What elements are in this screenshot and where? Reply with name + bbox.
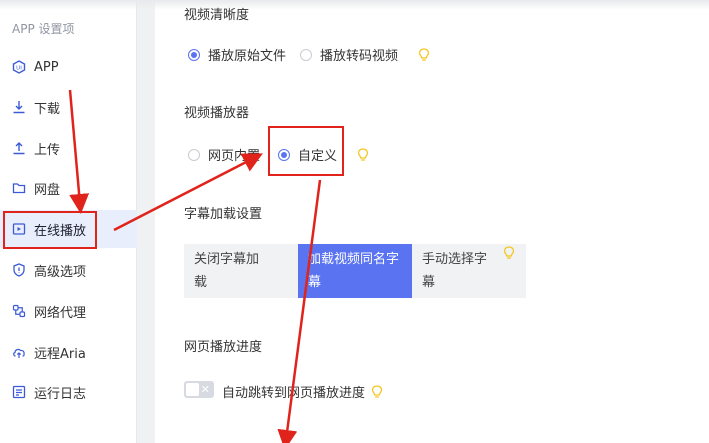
arrow-to-custom bbox=[113, 153, 263, 232]
annotation-arrows bbox=[68, 89, 322, 443]
arrow-to-online-play bbox=[68, 89, 90, 214]
arrow-down bbox=[277, 179, 322, 443]
settings-window: APP 设置项 UI APP 下载 上传 网盘 在线播放 高级选项 网络代理 远… bbox=[0, 0, 709, 443]
